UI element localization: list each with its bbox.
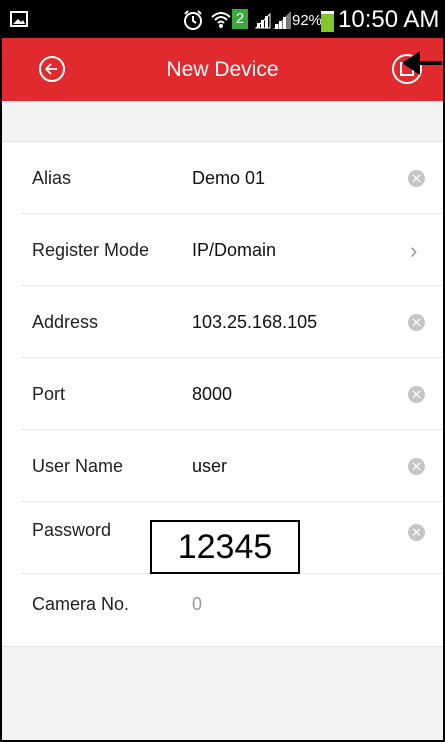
chevron-right-icon[interactable]: › xyxy=(410,238,417,264)
sim-badge: 2 xyxy=(232,9,248,29)
image-icon xyxy=(10,11,28,32)
app-bar: New Device xyxy=(2,38,443,101)
clear-icon[interactable]: ✕ xyxy=(408,386,425,403)
alias-row[interactable]: Alias Demo 01 ✕ xyxy=(2,142,443,214)
user-name-field[interactable]: user xyxy=(192,456,227,477)
camera-no-value: 0 xyxy=(192,594,203,614)
user-name-row[interactable]: User Name user ✕ xyxy=(2,430,443,502)
port-field[interactable]: 8000 xyxy=(192,384,232,405)
address-row[interactable]: Address 103.25.168.105 ✕ xyxy=(2,286,443,358)
pointer-arrow-icon xyxy=(402,48,443,83)
clear-icon[interactable]: ✕ xyxy=(408,524,425,541)
battery-percent: 92% xyxy=(292,12,323,29)
clear-icon[interactable]: ✕ xyxy=(408,170,425,187)
camera-no-label: Camera No. xyxy=(32,594,130,614)
port-row[interactable]: Port 8000 ✕ xyxy=(2,358,443,430)
clock: 10:50 AM xyxy=(338,6,440,33)
register-mode-value[interactable]: IP/Domain xyxy=(192,240,276,261)
signal-icon xyxy=(254,10,272,35)
clear-icon[interactable]: ✕ xyxy=(408,314,425,331)
wifi-icon xyxy=(210,9,232,36)
user-name-label: User Name xyxy=(32,456,124,476)
phone-screen: 2 92% 10:50 AM New Device Alias Demo 01 … xyxy=(0,0,445,742)
address-field[interactable]: 103.25.168.105 xyxy=(192,312,317,333)
password-callout: 12345 xyxy=(150,520,300,574)
alias-label: Alias xyxy=(32,168,72,188)
page-title: New Device xyxy=(166,58,279,81)
signal-icon xyxy=(272,10,292,35)
clear-icon[interactable]: ✕ xyxy=(408,458,425,475)
battery-icon xyxy=(321,11,334,32)
register-mode-label: Register Mode xyxy=(32,240,150,260)
address-label: Address xyxy=(32,312,99,332)
register-mode-row[interactable]: Register Mode IP/Domain › xyxy=(2,214,443,286)
camera-no-row: Camera No. 0 xyxy=(2,574,443,646)
password-label: Password xyxy=(32,520,112,540)
alarm-icon xyxy=(182,9,204,36)
port-label: Port xyxy=(32,384,66,404)
alias-field[interactable]: Demo 01 xyxy=(192,168,265,189)
status-bar: 2 92% 10:50 AM xyxy=(2,2,443,38)
